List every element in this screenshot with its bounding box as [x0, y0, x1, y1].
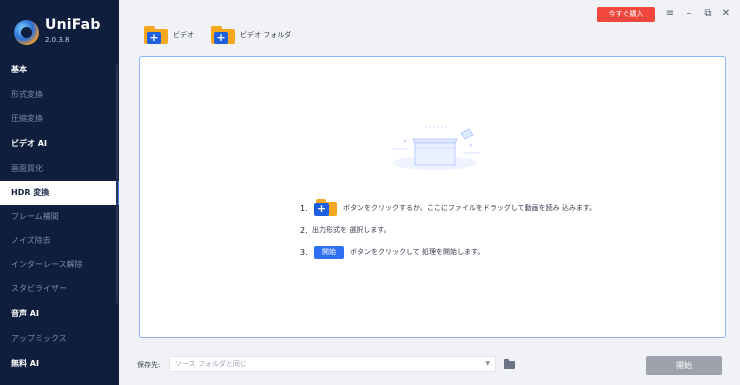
instructions: 1. + ボタンをクリックするか、ここにファイルをドラッグして動画を読み 込みま… — [300, 197, 720, 263]
main-panel: 今すぐ購入 ≡ – ⧉ ✕ + ビデオ + ビデオ フォルダ 1. + ボタンを… — [119, 0, 740, 385]
step-1-text: ボタンをクリックするか、ここにファイルをドラッグして動画を読み 込みます。 — [343, 204, 597, 212]
add-video-folder-button[interactable]: + ビデオ フォルダ — [211, 24, 291, 46]
add-folder-icon: + — [211, 26, 235, 44]
add-video-label: ビデオ — [173, 31, 194, 39]
add-video-button[interactable]: + ビデオ — [144, 24, 194, 46]
sidebar-item-format-convert[interactable]: 形式変換 — [0, 83, 119, 107]
sidebar-item-upscale[interactable]: 画面質化 — [0, 157, 119, 181]
sidebar-nav: 基本 形式変換 圧縮変換 ビデオ AI 画面質化 HDR 変換 フレーム補間 ノ… — [0, 57, 119, 377]
app-version: 2.0.3.8 — [45, 36, 70, 44]
menu-icon[interactable]: ≡ — [663, 6, 677, 22]
sidebar-item-upmix[interactable]: アップミックス — [0, 327, 119, 351]
browse-folder-icon[interactable] — [503, 358, 517, 370]
step-2-text: 出力形式を 選択します。 — [312, 226, 391, 234]
chevron-down-icon[interactable]: ▼ — [485, 357, 490, 371]
sidebar: UniFab 2.0.3.8 基本 形式変換 圧縮変換 ビデオ AI 画面質化 … — [0, 0, 119, 385]
sidebar-section-audio-ai: 音声 AI — [11, 309, 39, 318]
sidebar-item-hdr-convert[interactable]: HDR 変換 — [0, 181, 119, 205]
add-video-folder-icon: + — [144, 26, 168, 44]
empty-box-illustration-icon — [393, 126, 479, 170]
save-to-label: 保存先: — [137, 361, 161, 369]
drop-zone[interactable]: 1. + ボタンをクリックするか、ここにファイルをドラッグして動画を読み 込みま… — [139, 56, 726, 338]
sidebar-scrollbar[interactable] — [116, 64, 118, 304]
add-file-folder-icon[interactable]: + — [314, 199, 337, 217]
sidebar-section-free-ai: 無料 AI — [11, 359, 39, 368]
step-2: 2. 出力形式を 選択します。 — [300, 225, 391, 235]
start-chip: 開始 — [314, 245, 344, 259]
step-3: 3. 開始 ボタンをクリックして 処理を開始します。 — [300, 245, 485, 259]
add-folder-label: ビデオ フォルダ — [240, 31, 292, 39]
minimize-icon[interactable]: – — [682, 6, 696, 22]
brand: UniFab 2.0.3.8 — [14, 17, 114, 49]
app-name: UniFab — [45, 17, 101, 33]
sidebar-section-basic: 基本 — [11, 65, 27, 74]
output-folder-select[interactable]: ソース フォルダと同じ ▼ — [169, 356, 496, 372]
sidebar-item-frame-interpolation[interactable]: フレーム補間 — [0, 205, 119, 229]
sidebar-item-denoise[interactable]: ノイズ除去 — [0, 229, 119, 253]
step-1: 1. + ボタンをクリックするか、ここにファイルをドラッグして動画を読み 込みま… — [300, 197, 720, 219]
step-3-text: ボタンをクリックして 処理を開始します。 — [350, 248, 485, 256]
buy-now-button[interactable]: 今すぐ購入 — [597, 7, 655, 22]
unifab-logo-icon — [14, 20, 39, 45]
sidebar-section-video-ai: ビデオ AI — [11, 139, 47, 148]
output-folder-value: ソース フォルダと同じ — [175, 360, 247, 368]
sidebar-item-deinterlace[interactable]: インターレース解除 — [0, 253, 119, 277]
sidebar-item-compress[interactable]: 圧縮変換 — [0, 107, 119, 131]
restore-icon[interactable]: ⧉ — [701, 6, 715, 22]
start-button[interactable]: 開始 — [646, 356, 722, 375]
close-icon[interactable]: ✕ — [719, 6, 733, 22]
sidebar-item-stabilizer[interactable]: スタビライザー — [0, 277, 119, 301]
